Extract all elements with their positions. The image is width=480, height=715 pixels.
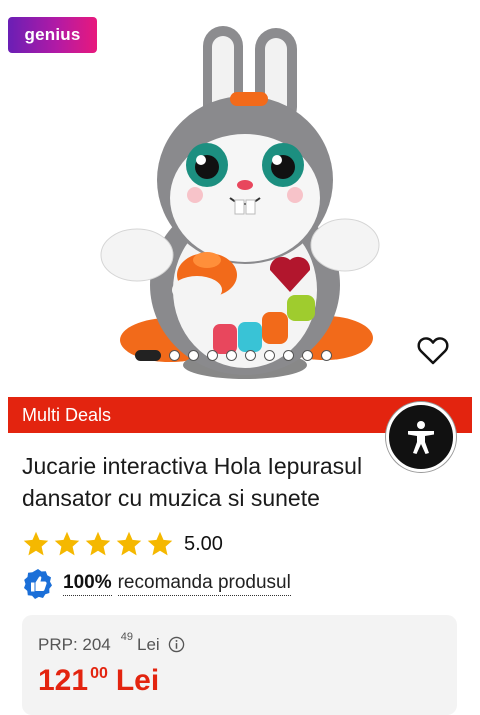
heart-outline-icon xyxy=(417,337,449,365)
info-circle-icon[interactable] xyxy=(168,636,185,653)
carousel-dot-2[interactable] xyxy=(169,349,180,361)
star-icon xyxy=(85,531,111,556)
carousel-dot-7[interactable] xyxy=(264,349,275,361)
rating-value: 5.00 xyxy=(184,532,223,555)
image-carousel-indicator[interactable] xyxy=(135,349,332,361)
carousel-dot-10[interactable] xyxy=(321,349,332,361)
prp-price: PRP: 204 49 Lei xyxy=(38,631,185,655)
prp-decimals: 49 xyxy=(120,631,134,643)
price-integer: 121 xyxy=(38,664,89,697)
star-rating xyxy=(22,530,174,558)
thumbs-up-icon xyxy=(24,569,52,599)
carousel-dot-1[interactable] xyxy=(135,349,161,361)
product-image[interactable] xyxy=(95,20,385,385)
prp-label: PRP: 204 xyxy=(38,635,111,654)
star-icon xyxy=(116,531,142,556)
carousel-dot-4[interactable] xyxy=(207,349,218,361)
carousel-dot-5[interactable] xyxy=(226,349,237,361)
recommend-percent: 100% xyxy=(63,572,112,596)
product-title: Jucarie interactiva Hola Iepurasul dansa… xyxy=(22,453,363,511)
accessibility-person-icon xyxy=(408,421,434,454)
carousel-dot-3[interactable] xyxy=(188,349,199,361)
genius-badge[interactable]: genius xyxy=(8,17,97,53)
prp-currency: Lei xyxy=(137,635,160,654)
price-decimals: 00 xyxy=(90,665,108,682)
rating-row[interactable]: 5.00 xyxy=(22,529,223,559)
add-to-favorites-button[interactable] xyxy=(414,332,452,368)
carousel-dot-8[interactable] xyxy=(283,349,294,361)
current-price: 121 00 Lei xyxy=(38,665,159,697)
price-currency: Lei xyxy=(115,664,160,697)
multi-deals-label: Multi Deals xyxy=(22,404,112,425)
recommend-text: recomanda produsul xyxy=(117,572,291,596)
carousel-dot-9[interactable] xyxy=(302,349,313,361)
star-icon xyxy=(23,531,49,556)
carousel-dot-6[interactable] xyxy=(245,349,256,361)
genius-badge-label: genius xyxy=(24,25,81,44)
star-icon xyxy=(54,531,80,556)
recommendation-row[interactable]: 100% recomanda produsul xyxy=(22,568,291,600)
price-box: PRP: 204 49 Lei 121 00 Lei xyxy=(22,615,457,715)
star-icon xyxy=(147,531,173,556)
